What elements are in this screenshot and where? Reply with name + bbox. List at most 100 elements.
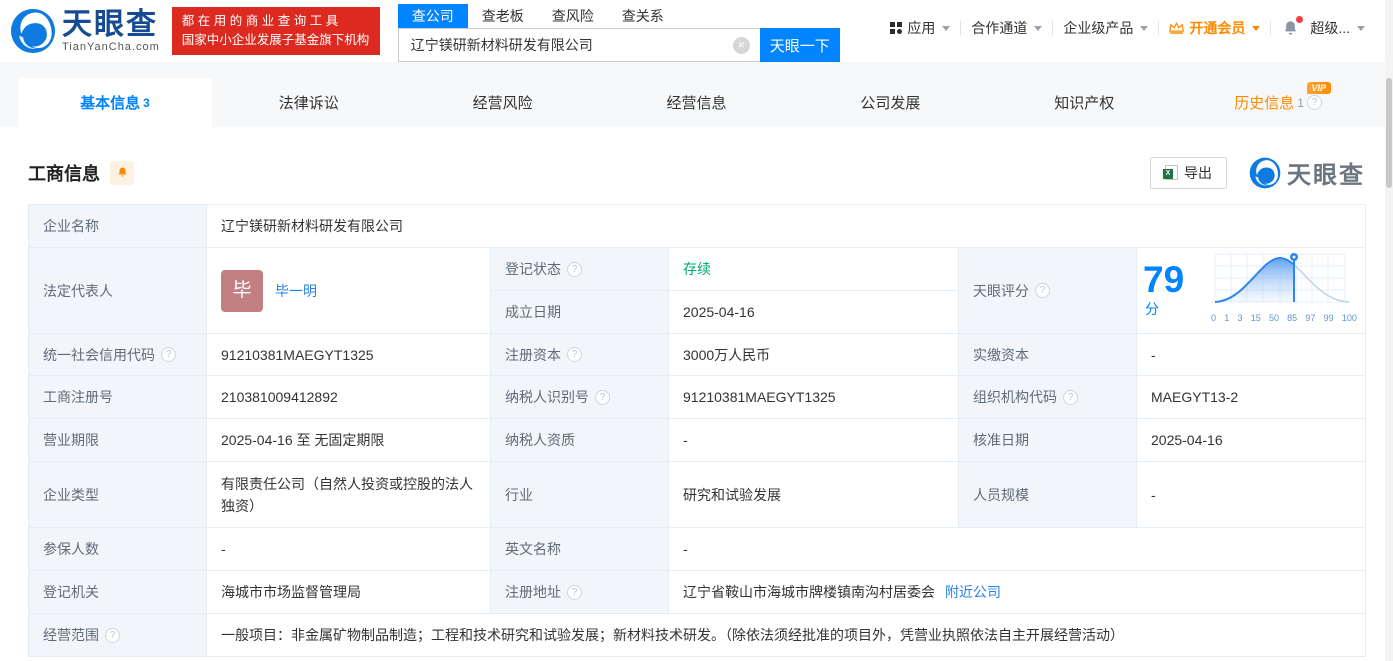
search-button[interactable]: 天眼一下	[760, 28, 840, 62]
menu-vip[interactable]: 开通会员	[1169, 18, 1260, 38]
help-icon[interactable]: ?	[1307, 95, 1322, 110]
nearby-companies-link[interactable]: 附近公司	[945, 581, 1001, 603]
business-scope-label: 经营范围?	[29, 614, 207, 657]
top-menu: 应用 合作通道 企业级产品 开通会员	[890, 18, 1365, 38]
scrollbar-thumb[interactable]	[1386, 78, 1392, 188]
business-scope-value: 一般项目：非金属矿物制品制造；工程和技术研究和试验发展；新材料技术研发。（除依法…	[207, 614, 1366, 657]
credit-code-value: 91210381MAEGYT1325	[207, 334, 491, 376]
menu-user[interactable]: 超级...	[1310, 18, 1365, 38]
help-icon[interactable]: ?	[1035, 283, 1050, 298]
chevron-down-icon	[942, 26, 950, 31]
tab-operating-info[interactable]: 经营信息	[600, 78, 794, 127]
clear-search-icon[interactable]: ×	[733, 37, 750, 54]
reg-address-label: 注册地址?	[491, 571, 669, 614]
search-input[interactable]	[399, 29, 760, 61]
tab-operating-risk-label: 经营风险	[473, 92, 533, 113]
establish-date-label: 成立日期	[491, 291, 669, 334]
legal-rep-label: 法定代表人	[29, 248, 207, 334]
chevron-down-icon	[1252, 26, 1260, 31]
watermark-text: 天眼查	[1287, 155, 1365, 190]
logo-domain-text: TianYanCha.com	[62, 41, 160, 53]
legal-rep-name-link[interactable]: 毕一明	[275, 280, 317, 302]
search-tab-risk[interactable]: 查风险	[538, 4, 608, 28]
help-icon[interactable]: ?	[567, 585, 582, 600]
reg-number-value: 210381009412892	[207, 376, 491, 419]
business-info-table: 企业名称 辽宁镁研新材料研发有限公司 法定代表人 毕 毕一明 登记状态? 存续 …	[28, 204, 1365, 657]
tab-operating-risk[interactable]: 经营风险	[406, 78, 600, 127]
tab-intellectual-property[interactable]: 知识产权	[987, 78, 1181, 127]
notifications-button[interactable]	[1281, 19, 1300, 38]
notification-dot	[1296, 16, 1303, 23]
divider	[1270, 21, 1271, 35]
help-icon[interactable]: ?	[567, 347, 582, 362]
search-tabs: 查公司 查老板 查风险 查关系	[398, 4, 840, 28]
search-tab-boss[interactable]: 查老板	[468, 4, 538, 28]
monitor-bell-button[interactable]	[110, 161, 134, 185]
menu-apps[interactable]: 应用	[890, 18, 950, 38]
help-icon[interactable]: ?	[595, 390, 610, 405]
section-title: 工商信息	[28, 160, 100, 186]
logo-brand-text: 天眼查	[62, 10, 160, 40]
company-type-label: 企业类型	[29, 462, 207, 528]
help-icon[interactable]: ?	[161, 347, 176, 362]
scrollbar[interactable]	[1385, 0, 1393, 661]
help-icon[interactable]: ?	[567, 262, 582, 277]
apps-grid-icon	[890, 22, 902, 34]
paid-capital-label: 实缴资本	[959, 334, 1137, 376]
score-unit: 分	[1145, 301, 1159, 317]
menu-cooperation-label: 合作通道	[971, 18, 1027, 38]
org-code-label: 组织机构代码?	[959, 376, 1137, 419]
tab-intellectual-property-label: 知识产权	[1054, 92, 1114, 113]
tab-legal[interactable]: 法律诉讼	[212, 78, 406, 127]
tianyancha-watermark: 天眼查	[1249, 155, 1365, 190]
legal-rep-avatar[interactable]: 毕	[221, 270, 263, 312]
staff-size-label: 人员规模	[959, 462, 1137, 528]
score-distribution-chart: 01 315 5085 9799 100	[1209, 252, 1359, 329]
divider	[960, 21, 961, 35]
search-box: ×	[398, 28, 760, 62]
promo-banner-line2: 国家中小企业发展子基金旗下机构	[182, 31, 370, 50]
company-name-value: 辽宁镁研新材料研发有限公司	[207, 205, 1366, 248]
org-code-value: MAEGYT13-2	[1137, 376, 1366, 419]
export-button[interactable]: 导出	[1150, 157, 1227, 189]
chevron-down-icon	[1140, 26, 1148, 31]
tab-basic-info-label: 基本信息	[80, 92, 140, 113]
approval-date-value: 2025-04-16	[1137, 419, 1366, 462]
export-button-label: 导出	[1184, 163, 1212, 183]
reg-status-label: 登记状态?	[491, 248, 669, 291]
help-icon[interactable]: ?	[1063, 390, 1078, 405]
bell-curve-chart	[1209, 252, 1359, 306]
menu-cooperation[interactable]: 合作通道	[971, 18, 1042, 38]
tab-company-development[interactable]: 公司发展	[793, 78, 987, 127]
tab-company-development-label: 公司发展	[860, 92, 920, 113]
score-number: 79	[1143, 259, 1184, 300]
help-icon[interactable]: ?	[105, 628, 120, 643]
search-tab-relation[interactable]: 查关系	[608, 4, 678, 28]
tab-operating-info-label: 经营信息	[667, 92, 727, 113]
score-chart-axis: 01 315 5085 9799 100	[1211, 307, 1357, 329]
score-value[interactable]: 79分 01	[1137, 248, 1366, 334]
taxpayer-id-label: 纳税人识别号?	[491, 376, 669, 419]
tab-basic-info[interactable]: 基本信息 3	[18, 78, 212, 127]
reg-status-value: 存续	[669, 248, 959, 291]
tab-legal-label: 法律诉讼	[279, 92, 339, 113]
menu-enterprise[interactable]: 企业级产品	[1063, 18, 1148, 38]
insured-count-label: 参保人数	[29, 528, 207, 571]
search-area: 查公司 查老板 查风险 查关系 × 天眼一下	[398, 4, 840, 62]
taxpayer-quality-value: -	[669, 419, 959, 462]
taxpayer-id-value: 91210381MAEGYT1325	[669, 376, 959, 419]
business-term-label: 营业期限	[29, 419, 207, 462]
tianyancha-logo[interactable]: 天眼查 TianYanCha.com	[10, 8, 160, 54]
staff-size-value: -	[1137, 462, 1366, 528]
nav-band: 基本信息 3 法律诉讼 经营风险 经营信息 公司发展 知识产权 VIP 历史信息…	[0, 62, 1393, 127]
promo-banner: 都在用的商业查询工具 国家中小企业发展子基金旗下机构	[172, 7, 380, 55]
excel-icon	[1165, 165, 1178, 180]
credit-code-label: 统一社会信用代码?	[29, 334, 207, 376]
industry-value: 研究和试验发展	[669, 462, 959, 528]
company-name-label: 企业名称	[29, 205, 207, 248]
chevron-down-icon	[1034, 26, 1042, 31]
tab-history-info[interactable]: VIP 历史信息 1 ?	[1181, 78, 1375, 127]
reg-capital-value: 3000万人民币	[669, 334, 959, 376]
insured-count-value: -	[207, 528, 491, 571]
search-tab-company[interactable]: 查公司	[398, 4, 468, 28]
